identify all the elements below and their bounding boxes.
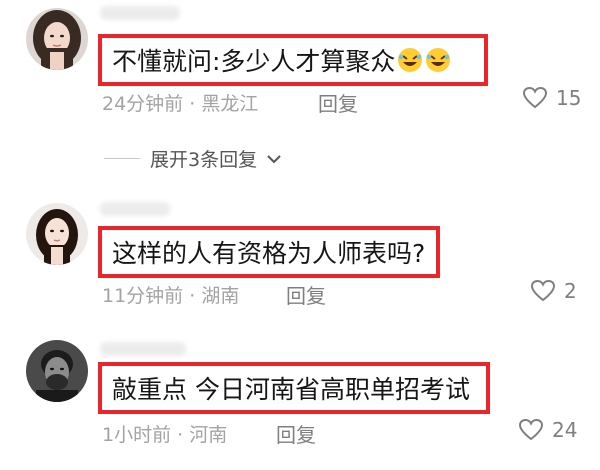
avatar[interactable] bbox=[26, 203, 88, 265]
like-button[interactable]: 2 bbox=[530, 279, 577, 303]
comment-time: 11分钟前 bbox=[102, 285, 184, 307]
comment-time: 1小时前 bbox=[102, 424, 172, 446]
expand-replies-label: 展开3条回复 bbox=[150, 149, 258, 171]
like-count: 2 bbox=[564, 279, 577, 303]
meta-separator: · bbox=[177, 424, 190, 446]
divider bbox=[104, 158, 140, 159]
rolling-on-floor-laughing-icon bbox=[426, 48, 451, 72]
comment-meta: 11分钟前 · 湖南 bbox=[102, 281, 239, 308]
comment-time: 24分钟前 bbox=[102, 93, 184, 115]
heart-outline-icon bbox=[518, 418, 544, 441]
comment-text: 这样的人有资格为人师表吗? bbox=[98, 226, 440, 278]
like-button[interactable]: 15 bbox=[522, 86, 581, 110]
comment-location: 河南 bbox=[189, 424, 228, 446]
comment-meta: 24分钟前 · 黑龙江 bbox=[102, 89, 258, 116]
avatar[interactable] bbox=[26, 8, 88, 70]
comment-text: 不懂就问:多少人才算聚众 bbox=[98, 34, 488, 86]
comment-text-content: 不懂就问:多少人才算聚众 bbox=[112, 47, 396, 76]
avatar[interactable] bbox=[26, 340, 88, 402]
like-count: 24 bbox=[552, 418, 578, 442]
chevron-down-icon bbox=[267, 154, 281, 163]
like-button[interactable]: 24 bbox=[518, 418, 577, 442]
reply-button[interactable]: 回复 bbox=[286, 280, 326, 309]
heart-outline-icon bbox=[530, 279, 556, 302]
rolling-on-floor-laughing-icon bbox=[398, 48, 423, 72]
meta-separator: · bbox=[189, 285, 202, 307]
comment-meta: 1小时前 · 河南 bbox=[102, 420, 227, 447]
heart-outline-icon bbox=[522, 86, 548, 109]
comment-location: 黑龙江 bbox=[201, 93, 259, 115]
reply-button[interactable]: 回复 bbox=[318, 88, 358, 117]
comment-text-content: 敲重点 今日河南省高职单招考试 bbox=[112, 375, 470, 404]
like-count: 15 bbox=[556, 86, 582, 110]
reply-button[interactable]: 回复 bbox=[276, 419, 316, 448]
meta-separator: · bbox=[189, 93, 202, 115]
comment-text: 敲重点 今日河南省高职单招考试 bbox=[98, 362, 490, 414]
comment-location: 湖南 bbox=[201, 285, 240, 307]
comment-text-content: 这样的人有资格为人师表吗? bbox=[112, 239, 426, 268]
expand-replies-button[interactable]: 展开3条回复 bbox=[104, 145, 281, 172]
